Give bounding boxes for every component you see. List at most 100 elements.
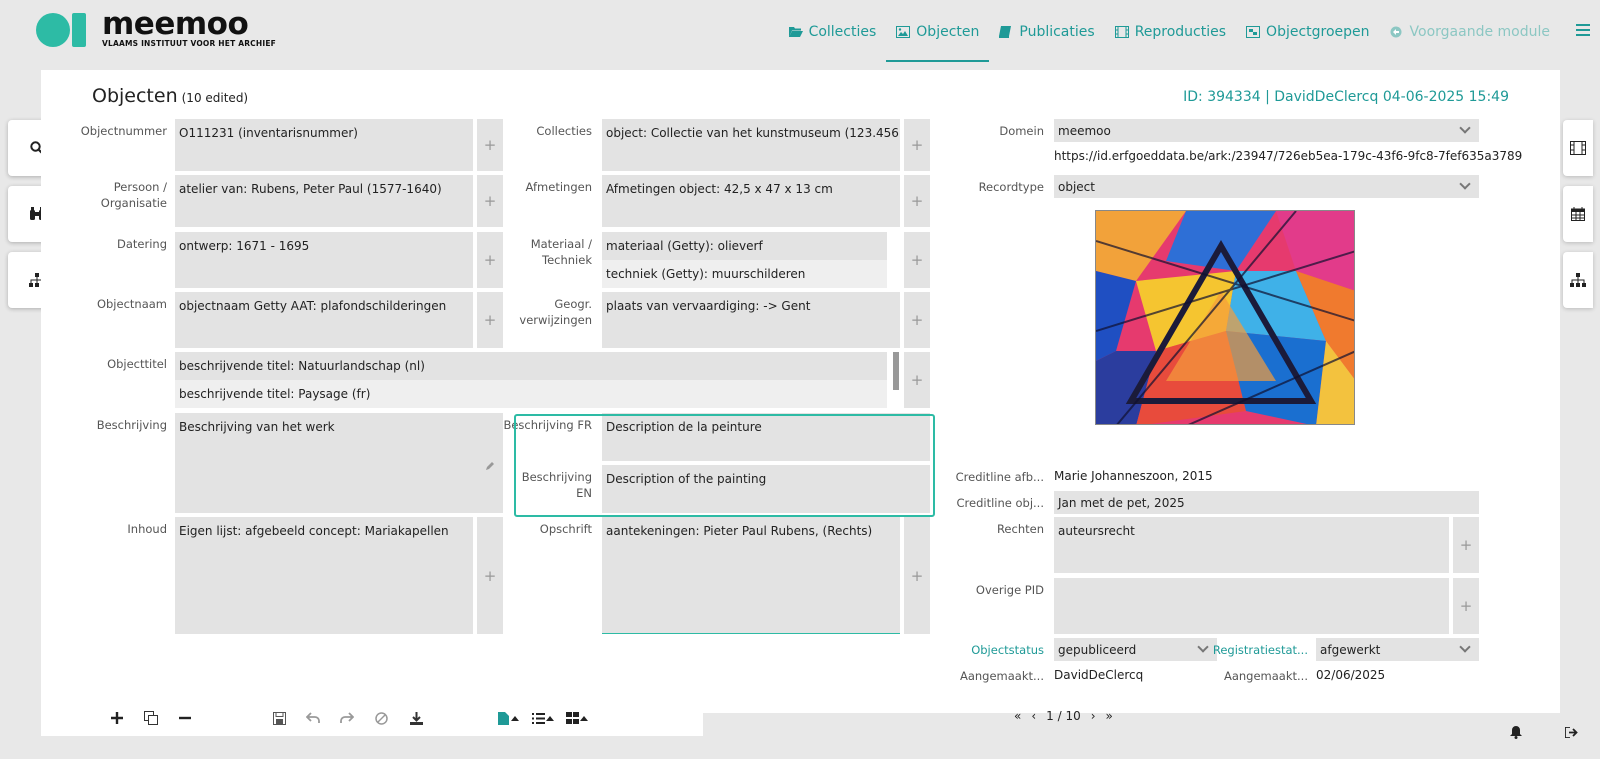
meemoo-logo[interactable]: meemoo VLAAMS INSTITUUT VOOR HET ARCHIEF xyxy=(36,6,277,48)
nav-publicaties[interactable]: Publicaties xyxy=(989,0,1104,64)
inhoud-add-button[interactable]: + xyxy=(477,517,503,634)
page-title-text: Objecten xyxy=(92,85,178,107)
top-bar: meemoo VLAAMS INSTITUUT VOOR HET ARCHIEF… xyxy=(0,0,1600,64)
rechten-label: Rechten xyxy=(996,522,1044,536)
objectnaam-add-button[interactable]: + xyxy=(477,292,503,348)
inhoud-label: Inhoud xyxy=(127,522,167,536)
caret-up-icon[interactable] xyxy=(545,710,555,726)
objecttitel-scrollbar[interactable] xyxy=(893,352,899,390)
book-icon xyxy=(999,26,1012,38)
download-icon[interactable] xyxy=(408,710,424,726)
grid-view-icon[interactable] xyxy=(564,710,580,726)
beschrijving-field[interactable]: Beschrijving van het werk xyxy=(175,413,503,513)
cancel-icon[interactable] xyxy=(373,710,389,726)
nav-objecten[interactable]: Objecten xyxy=(886,0,990,64)
document-view-icon[interactable] xyxy=(495,710,511,726)
materiaal-field-2[interactable]: techniek (Getty): muurschilderen xyxy=(602,260,887,288)
nav-voorgaande-label: Voorgaande module xyxy=(1409,24,1550,40)
persoon-add-button[interactable]: + xyxy=(477,175,503,227)
objecttitel-add-button[interactable]: + xyxy=(904,352,930,408)
afmetingen-add-button[interactable]: + xyxy=(904,175,930,227)
prev-page-icon[interactable]: ‹ xyxy=(1031,709,1036,723)
logo-name: meemoo xyxy=(102,6,249,42)
overige-pid-label: Overige PID xyxy=(975,583,1044,597)
hierarchy-panel-button[interactable] xyxy=(1563,252,1593,308)
materiaal-label-line2: Techniek xyxy=(542,253,592,267)
caret-up-icon[interactable] xyxy=(579,710,589,726)
list-view-icon[interactable] xyxy=(530,710,546,726)
nav-reproducties[interactable]: Reproducties xyxy=(1105,0,1236,64)
opschrift-label: Opschrift xyxy=(539,522,592,536)
geogr-add-button[interactable]: + xyxy=(904,292,930,348)
film-panel-button[interactable] xyxy=(1563,120,1593,176)
caret-up-icon[interactable] xyxy=(510,710,520,726)
chevron-down-icon xyxy=(1459,178,1471,190)
ark-url[interactable]: https://id.erfgoeddata.be/ark:/23947/726… xyxy=(1054,149,1522,163)
geogr-label-line2: verwijzingen xyxy=(519,313,592,327)
domein-label: Domein xyxy=(999,124,1044,138)
undo-icon[interactable] xyxy=(305,710,321,726)
pencil-icon[interactable] xyxy=(485,461,495,471)
materiaal-field-1[interactable]: materiaal (Getty): olieverf xyxy=(602,232,887,260)
registratiestatus-value: afgewerkt xyxy=(1320,643,1381,657)
afmetingen-label: Afmetingen xyxy=(525,180,592,194)
nav-objectgroepen[interactable]: Objectgroepen xyxy=(1236,0,1379,64)
inhoud-field[interactable]: Eigen lijst: afgebeeld concept: Mariakap… xyxy=(175,517,473,634)
objectnummer-field[interactable]: O111231 (inventarisnummer) xyxy=(175,119,473,171)
sitemap-icon xyxy=(1570,273,1586,287)
menu-icon[interactable] xyxy=(1576,24,1590,36)
add-icon[interactable] xyxy=(109,710,125,726)
datering-add-button[interactable]: + xyxy=(477,232,503,288)
afmetingen-field[interactable]: Afmetingen object: 42,5 x 47 x 13 cm xyxy=(602,175,900,227)
materiaal-add-button[interactable]: + xyxy=(904,232,930,288)
object-image[interactable] xyxy=(1095,210,1355,425)
page-indicator: 1 / 10 xyxy=(1046,709,1081,723)
objectnaam-field[interactable]: objectnaam Getty AAT: plafondschildering… xyxy=(175,292,473,348)
persoon-field[interactable]: atelier van: Rubens, Peter Paul (1577-16… xyxy=(175,175,473,227)
beschrijving-label: Beschrijving xyxy=(96,418,167,432)
datering-field[interactable]: ontwerp: 1671 - 1695 xyxy=(175,232,473,288)
nav-reproducties-label: Reproducties xyxy=(1134,24,1227,40)
opschrift-field[interactable]: aantekeningen: Pieter Paul Rubens, (Rech… xyxy=(602,517,900,634)
domein-value: meemoo xyxy=(1058,124,1111,138)
bottom-toolbar xyxy=(41,700,703,736)
calendar-panel-button[interactable] xyxy=(1563,186,1593,242)
domein-select[interactable]: meemoo xyxy=(1054,119,1479,142)
film-icon xyxy=(1114,26,1129,38)
recordtype-select[interactable]: object xyxy=(1054,175,1479,198)
objecttitel-label: Objecttitel xyxy=(107,357,167,371)
registratiestatus-label: Registratiestat... xyxy=(1212,643,1308,657)
first-page-icon[interactable]: « xyxy=(1014,709,1021,723)
collecties-field[interactable]: object: Collectie van het kunstmuseum (1… xyxy=(602,119,900,171)
remove-icon[interactable] xyxy=(177,710,193,726)
rechten-add-button[interactable]: + xyxy=(1453,517,1479,573)
last-page-icon[interactable]: » xyxy=(1106,709,1113,723)
objectnummer-label: Objectnummer xyxy=(80,124,167,138)
nav-collecties[interactable]: Collecties xyxy=(779,0,887,64)
redo-icon[interactable] xyxy=(339,710,355,726)
nav-publicaties-label: Publicaties xyxy=(1019,24,1095,40)
opschrift-add-button[interactable]: + xyxy=(904,517,930,634)
objecttitel-field-2[interactable]: beschrijvende titel: Paysage (fr) xyxy=(175,380,887,408)
registratiestatus-select[interactable]: afgewerkt xyxy=(1316,638,1479,661)
film-icon xyxy=(1570,141,1586,155)
overige-pid-add-button[interactable]: + xyxy=(1453,578,1479,634)
objectnummer-add-button[interactable]: + xyxy=(477,119,503,171)
persoon-label-line2: Organisatie xyxy=(100,196,167,210)
aangemaakt-door-value: DavidDeClercq xyxy=(1054,668,1144,682)
nav-voorgaande-module[interactable]: Voorgaande module xyxy=(1380,0,1560,64)
bell-icon[interactable] xyxy=(1510,726,1522,739)
creditline-obj-field[interactable]: Jan met de pet, 2025 xyxy=(1054,491,1479,514)
objecttitel-field-1[interactable]: beschrijvende titel: Natuurlandschap (nl… xyxy=(175,352,887,380)
next-page-icon[interactable]: › xyxy=(1091,709,1096,723)
logo-subtitle: VLAAMS INSTITUUT VOOR HET ARCHIEF xyxy=(102,39,277,48)
save-icon[interactable] xyxy=(271,710,287,726)
objectstatus-select[interactable]: gepubliceerd xyxy=(1054,638,1217,661)
main-nav: Collecties Objecten Publicaties Reproduc… xyxy=(779,0,1560,64)
copy-icon[interactable] xyxy=(143,710,159,726)
geogr-field[interactable]: plaats van vervaardiging: -> Gent xyxy=(602,292,900,348)
collecties-add-button[interactable]: + xyxy=(904,119,930,171)
rechten-field[interactable]: auteursrecht xyxy=(1054,517,1449,573)
sign-out-icon[interactable] xyxy=(1565,727,1578,738)
overige-pid-field[interactable] xyxy=(1054,578,1449,634)
